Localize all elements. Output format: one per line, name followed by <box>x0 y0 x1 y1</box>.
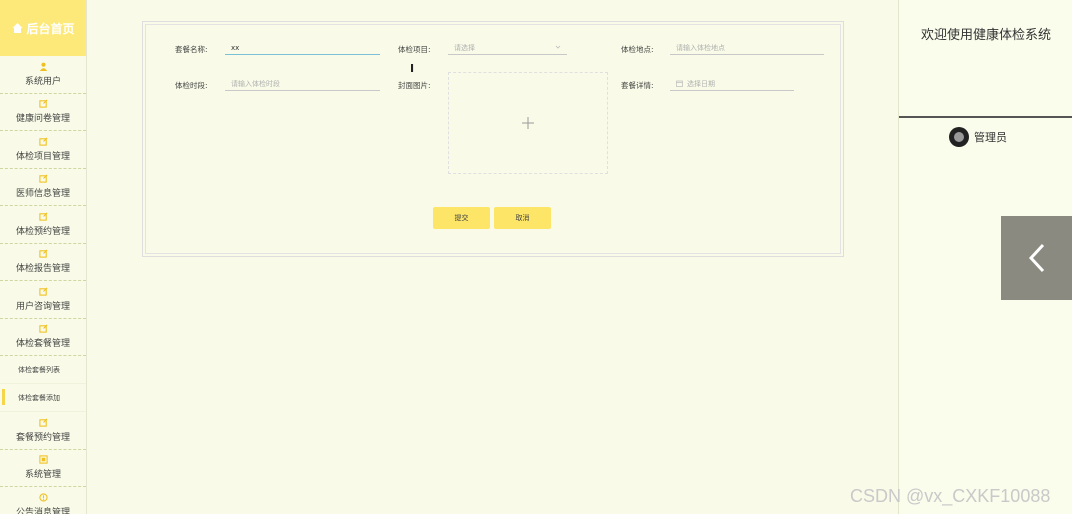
divider <box>899 116 1072 118</box>
edit-icon <box>38 174 47 183</box>
sidebar-item-label: 体检套餐管理 <box>15 339 70 350</box>
calendar-icon <box>676 80 683 87</box>
user-name: 管理员 <box>974 131 1007 144</box>
sidebar-item-label: 系统管理 <box>24 470 61 481</box>
sidebar-subitem-label: 体检套餐添加 <box>18 393 60 402</box>
sidebar-item-label: 体检预约管理 <box>15 226 70 237</box>
sidebar-item-reports[interactable]: 体检报告管理 <box>0 244 86 281</box>
edit-icon <box>38 418 47 427</box>
exam-location-input[interactable]: 请输入体检地点 <box>670 41 824 55</box>
edit-icon <box>38 324 47 333</box>
edit-icon <box>38 212 47 221</box>
home-label: 后台首页 <box>26 21 75 36</box>
sidebar-item-label: 用户咨询管理 <box>15 301 70 312</box>
package-name-label: 套餐名称: <box>175 45 208 54</box>
exam-time-placeholder: 请输入体检时段 <box>231 79 280 88</box>
chevron-left-icon <box>1028 243 1044 273</box>
exam-location-placeholder: 请输入体检地点 <box>676 43 725 52</box>
sidebar-item-doctors[interactable]: 医师信息管理 <box>0 169 86 206</box>
avatar <box>949 127 969 147</box>
sidebar-item-label: 体检项目管理 <box>15 151 70 162</box>
settings-icon <box>38 455 48 464</box>
sidebar-item-packages[interactable]: 体检套餐管理 <box>0 319 86 356</box>
home-link[interactable]: 后台首页 <box>0 0 86 56</box>
edit-icon <box>38 137 47 146</box>
watermark: CSDN @vx_CXKF10088 <box>850 486 1051 506</box>
sidebar-subitem-package-add[interactable]: 体检套餐添加 <box>0 384 86 412</box>
sidebar-item-label: 套餐预约管理 <box>15 432 70 443</box>
text-cursor-icon: I <box>410 62 415 75</box>
sidebar-item-exam-items[interactable]: 体检项目管理 <box>0 131 86 169</box>
user-icon <box>39 62 47 71</box>
package-form: 套餐名称: xx I 体检项目: 请选择 体检地点: 请输入体检地点 体检时段:… <box>145 24 841 254</box>
sidebar-item-announcements[interactable]: 公告消息管理 <box>0 487 86 514</box>
sidebar-item-system-users[interactable]: 系统用户 <box>0 56 86 94</box>
user-info[interactable]: 管理员 <box>949 127 1007 147</box>
info-icon <box>38 493 48 502</box>
plus-icon <box>522 117 534 129</box>
package-name-value: xx <box>231 43 240 52</box>
sidebar-item-label: 健康问卷管理 <box>15 114 70 125</box>
chevron-down-icon <box>555 45 561 49</box>
exam-items-select[interactable]: 请选择 <box>448 41 567 55</box>
sidebar-item-label: 公告消息管理 <box>15 507 70 514</box>
package-details-label: 套餐详情: <box>621 81 654 90</box>
sidebar-subitem-package-list[interactable]: 体检套餐列表 <box>0 356 86 384</box>
exam-items-label: 体检项目: <box>398 45 431 54</box>
package-form-card: 套餐名称: xx I 体检项目: 请选择 体检地点: 请输入体检地点 体检时段:… <box>142 21 844 257</box>
collapse-panel-button[interactable] <box>1001 216 1072 300</box>
sidebar-item-questionnaire[interactable]: 健康问卷管理 <box>0 94 86 131</box>
sidebar-item-label: 系统用户 <box>24 76 61 87</box>
exam-time-input[interactable]: 请输入体检时段 <box>225 77 380 91</box>
edit-icon <box>38 99 47 108</box>
cancel-button[interactable]: 取消 <box>494 207 551 229</box>
sidebar-item-consultations[interactable]: 用户咨询管理 <box>0 281 86 319</box>
edit-icon <box>38 287 47 296</box>
sidebar: 后台首页 系统用户 健康问卷管理 体检项目管理 医师信息管理 体检预约管理 体检… <box>0 0 87 514</box>
sidebar-item-label: 医师信息管理 <box>15 189 70 200</box>
sidebar-item-appointments[interactable]: 体检预约管理 <box>0 206 86 244</box>
package-details-input[interactable]: 选择日期 <box>670 77 794 91</box>
exam-location-label: 体检地点: <box>621 45 654 54</box>
edit-icon <box>38 249 47 258</box>
cover-image-upload[interactable] <box>448 72 608 174</box>
submit-button[interactable]: 提交 <box>433 207 490 229</box>
welcome-text: 欢迎使用健康体检系统 <box>921 28 1052 43</box>
sidebar-item-label: 体检报告管理 <box>15 264 70 275</box>
exam-items-placeholder: 请选择 <box>454 43 475 52</box>
package-details-placeholder: 选择日期 <box>687 79 715 88</box>
sidebar-subitem-label: 体检套餐列表 <box>18 365 60 374</box>
package-name-input[interactable]: xx <box>225 41 380 55</box>
cover-image-label: 封面图片: <box>398 81 431 90</box>
sidebar-item-package-appointments[interactable]: 套餐预约管理 <box>0 412 86 450</box>
home-icon <box>12 23 23 33</box>
sidebar-item-system-management[interactable]: 系统管理 <box>0 450 86 487</box>
exam-time-label: 体检时段: <box>175 81 208 90</box>
